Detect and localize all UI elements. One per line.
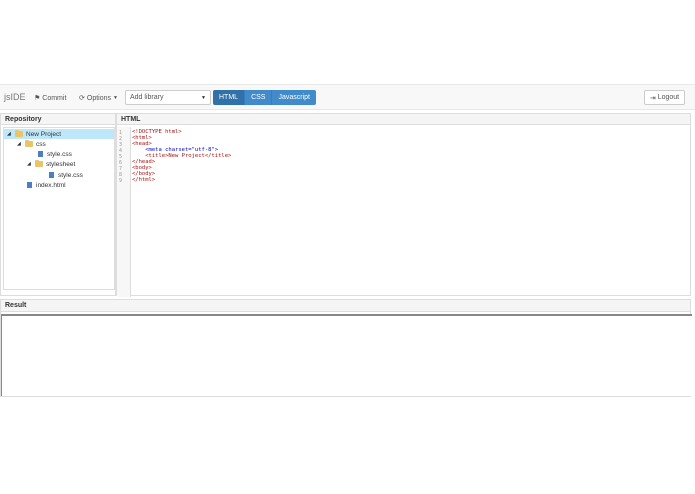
mode-html-button[interactable]: HTML [213, 90, 246, 105]
mode-toggle-group: HTML CSS Javascript [213, 90, 316, 105]
tree-item-label: style.css [58, 171, 83, 179]
app-brand[interactable]: jsIDE [4, 92, 26, 102]
repository-heading: Repository [1, 114, 115, 125]
chevron-down-icon: ▼ [113, 95, 118, 101]
mode-css-button[interactable]: CSS [245, 90, 273, 105]
tree-item-style-css[interactable]: style.css [38, 149, 72, 159]
options-label: Options [86, 94, 111, 102]
code-line: </html> [132, 177, 156, 183]
logout-label: Logout [657, 94, 680, 101]
collapse-triangle-icon[interactable]: ◢ [7, 131, 15, 137]
add-library-placeholder: Add library [130, 94, 164, 101]
line-number: 9 [119, 178, 123, 184]
editor-heading: HTML [117, 114, 690, 125]
tree-item-label: css [36, 140, 46, 148]
tree-item-label: New Project [26, 130, 62, 138]
result-preview-frame[interactable] [1, 314, 692, 396]
tree-item-css[interactable]: ◢ css [17, 139, 46, 149]
tree-item-stylesheet[interactable]: ◢ stylesheet [27, 159, 75, 169]
repository-panel: Repository ◢ New Project ◢ css style.css… [0, 113, 116, 296]
result-heading: Result [1, 300, 690, 312]
collapse-triangle-icon[interactable]: ◢ [27, 161, 35, 167]
collapse-triangle-icon[interactable]: ◢ [17, 141, 25, 147]
file-icon [27, 182, 32, 188]
folder-icon [35, 160, 43, 167]
code-area[interactable]: <!DOCTYPE html> <html> <head> <meta char… [132, 127, 688, 295]
folder-open-icon [15, 130, 23, 137]
refresh-icon: ⟳ [79, 95, 85, 102]
top-navbar: jsIDE ⚑ Commit ⟳ Options ▼ Add library ▼… [0, 84, 695, 110]
tree-item-new-project[interactable]: ◢ New Project [4, 129, 114, 139]
tree-item-label: stylesheet [46, 160, 76, 168]
tree-item-label: style.css [47, 150, 72, 158]
tree-item-index-html[interactable]: index.html [27, 180, 66, 190]
result-panel: Result [0, 299, 692, 397]
add-library-select[interactable]: Add library ▼ [125, 90, 211, 105]
file-icon [38, 151, 43, 157]
file-icon [49, 172, 54, 178]
tree-item-stylesheet-style-css[interactable]: style.css [49, 170, 83, 180]
commit-button[interactable]: ⚑ Commit [34, 91, 66, 105]
line-number-gutter: 1 2 3 4 5 6 7 8 9 [117, 127, 131, 297]
logout-icon: ⇥ [649, 94, 656, 102]
html-editor-panel: HTML 1 2 3 4 5 6 7 8 9 <!DOCTYPE html> <… [116, 113, 691, 297]
options-dropdown[interactable]: ⟳ Options ▼ [79, 91, 118, 105]
flag-icon: ⚑ [34, 95, 41, 102]
commit-label: Commit [42, 94, 67, 102]
mode-javascript-button[interactable]: Javascript [272, 90, 316, 105]
caret-down-icon: ▼ [201, 94, 206, 101]
folder-icon [25, 140, 33, 147]
file-tree: ◢ New Project ◢ css style.css ◢ styleshe… [3, 127, 115, 290]
tree-item-label: index.html [36, 181, 66, 189]
logout-button[interactable]: ⇥ Logout [644, 90, 685, 105]
